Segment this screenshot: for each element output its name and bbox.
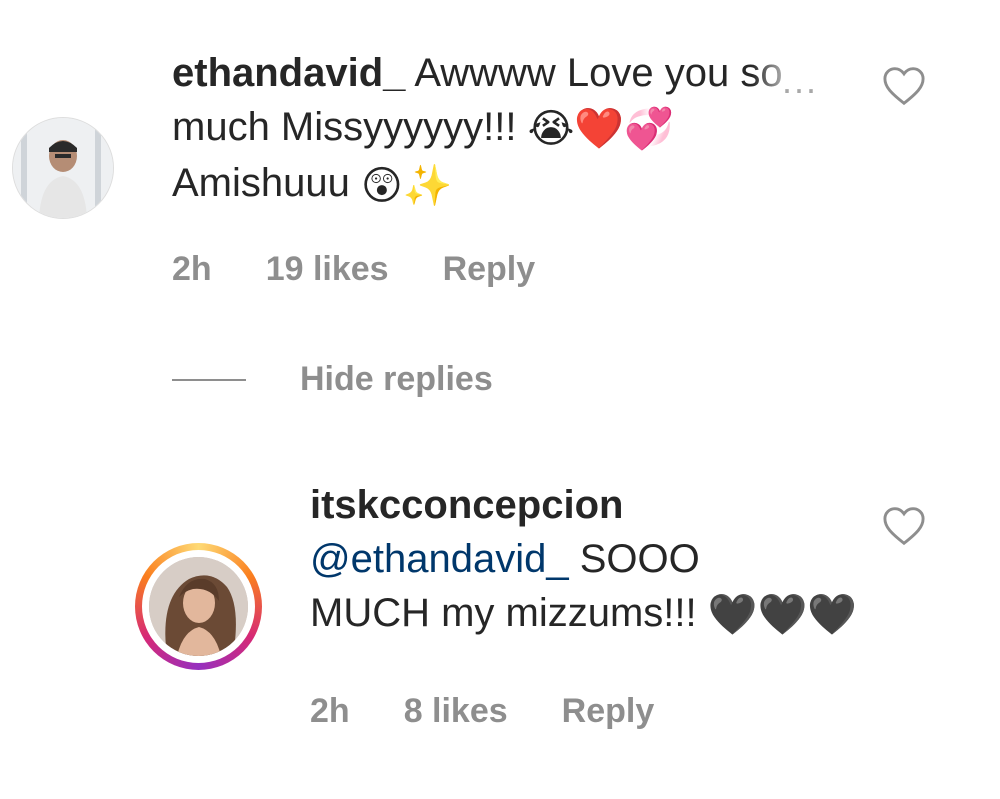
hide-replies-button[interactable]: Hide replies [172, 360, 493, 399]
reply-button[interactable]: Reply [562, 692, 655, 731]
mention-link[interactable]: @ethandavid_ [310, 537, 569, 581]
avatar[interactable] [149, 557, 248, 656]
like-count[interactable]: 8 likes [404, 692, 508, 731]
comment-body-line-2: much Missyyyyyy!!! [172, 105, 517, 149]
avatar-photo-icon [149, 557, 248, 656]
hide-replies-label: Hide replies [300, 360, 493, 398]
username-link[interactable]: ethandavid_ [172, 51, 405, 95]
more-options-icon[interactable]: ... [782, 60, 818, 102]
like-count[interactable]: 19 likes [266, 250, 389, 289]
emoji-group: 🖤🖤🖤 [707, 593, 858, 638]
emoji-group: 😭❤️💞 [527, 107, 674, 152]
reply-meta: 2h 8 likes Reply [310, 692, 708, 731]
reply-button[interactable]: Reply [443, 250, 536, 289]
avatar-photo-icon [13, 118, 113, 218]
heart-outline-icon[interactable] [882, 66, 926, 106]
reply-body-line-1: SOOO [579, 537, 700, 581]
comment-body-line-3: Amishuuu [172, 161, 350, 206]
reply-text: itskcconcepcion @ethandavid_ SOOO MUCH m… [310, 478, 857, 642]
reply-body-line-2: MUCH my mizzums!!! [310, 591, 697, 635]
comment-body-line-1: Awwww Love you so [414, 51, 783, 95]
comment-timestamp[interactable]: 2h [172, 250, 212, 289]
username-link[interactable]: itskcconcepcion [310, 483, 623, 527]
heart-outline-icon[interactable] [882, 506, 926, 546]
divider-dash [172, 378, 246, 381]
reply-timestamp[interactable]: 2h [310, 692, 350, 731]
avatar[interactable] [12, 117, 114, 219]
comment-meta: 2h 19 likes Reply [172, 250, 589, 289]
emoji-group: 😲✨ [361, 163, 453, 208]
